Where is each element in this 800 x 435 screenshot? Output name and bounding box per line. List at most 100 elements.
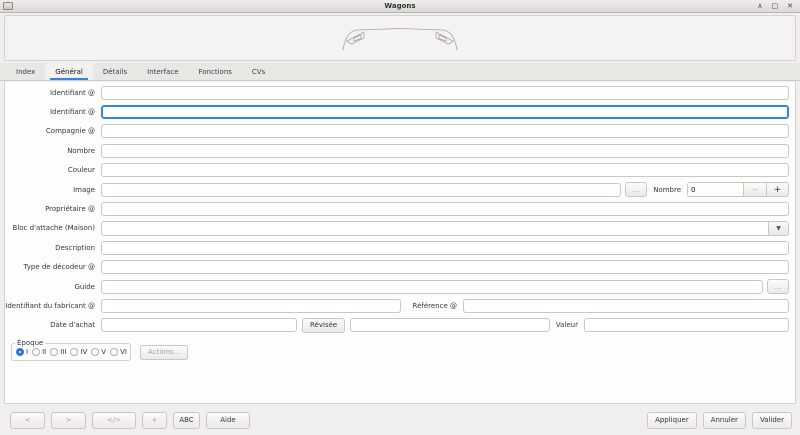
row-proprietaire: Propriétaire @ bbox=[5, 199, 795, 218]
guide-browse-button[interactable]: ... bbox=[767, 279, 789, 294]
window-title: Wagons bbox=[0, 2, 800, 10]
row-epoque: Époque I II III IV V VI Actions... bbox=[5, 342, 795, 362]
tab-index-label: Index bbox=[16, 68, 35, 76]
tabstrip: Index Général Détails Interface Fonction… bbox=[0, 63, 800, 81]
chevron-down-icon: ▼ bbox=[776, 225, 781, 232]
bloc-attache-combobox: ▼ bbox=[101, 221, 789, 236]
guide-input[interactable] bbox=[101, 280, 763, 294]
image-label: Image bbox=[5, 186, 101, 194]
date-revision-input[interactable] bbox=[350, 318, 550, 332]
epoque-legend: Époque bbox=[15, 339, 45, 347]
row-description: Description bbox=[5, 238, 795, 257]
close-icon[interactable]: ✕ bbox=[787, 0, 793, 13]
footer-bar: < > </> + ABC Aide Appliquer Annuler Val… bbox=[0, 405, 800, 435]
radio-icon bbox=[32, 348, 40, 356]
epoque-ii-label: II bbox=[42, 348, 46, 356]
date-achat-label: Date d'achat bbox=[5, 321, 101, 329]
valeur-input[interactable] bbox=[584, 318, 789, 332]
bloc-attache-dropdown-button[interactable]: ▼ bbox=[768, 222, 788, 235]
next-record-button[interactable]: > bbox=[51, 412, 86, 429]
identifiant-1-label: Identifiant @ bbox=[5, 89, 101, 97]
epoque-iv-label: IV bbox=[80, 348, 87, 356]
general-form-page: Identifiant @ Identifiant @ Compagnie @ … bbox=[4, 82, 796, 404]
compagnie-label: Compagnie @ bbox=[5, 127, 101, 135]
tab-fonctions[interactable]: Fonctions bbox=[189, 63, 242, 80]
spin-plus-icon[interactable]: + bbox=[766, 182, 789, 197]
code-view-button[interactable]: </> bbox=[92, 412, 136, 429]
epoque-radio-i[interactable]: I bbox=[16, 348, 28, 356]
annuler-button[interactable]: Annuler bbox=[703, 412, 746, 429]
proprietaire-label: Propriétaire @ bbox=[5, 205, 101, 213]
row-guide: Guide ... bbox=[5, 277, 795, 296]
minimize-icon[interactable]: ∧ bbox=[757, 0, 762, 13]
row-type-decodeur: Type de décodeur @ bbox=[5, 258, 795, 277]
date-achat-input[interactable] bbox=[101, 318, 297, 332]
epoque-radio-iv[interactable]: IV bbox=[70, 348, 87, 356]
radio-icon bbox=[91, 348, 99, 356]
row-identifiant-1: Identifiant @ bbox=[5, 83, 795, 102]
image-path-input[interactable] bbox=[101, 183, 621, 197]
row-compagnie: Compagnie @ bbox=[5, 122, 795, 141]
nombre-label: Nombre bbox=[5, 147, 101, 155]
epoque-v-label: V bbox=[101, 348, 106, 356]
bloc-attache-input[interactable] bbox=[102, 222, 768, 235]
reference-input[interactable] bbox=[463, 299, 789, 313]
image-count-label: Nombre bbox=[647, 186, 687, 194]
nombre-input[interactable] bbox=[101, 144, 789, 158]
wagon-preview-panel bbox=[4, 15, 796, 61]
titlebar: Wagons ∧ □ ✕ bbox=[0, 0, 800, 13]
maximize-icon[interactable]: □ bbox=[772, 0, 779, 13]
valider-button[interactable]: Valider bbox=[752, 412, 792, 429]
fabricant-label: Identifiant du fabricant @ bbox=[5, 302, 101, 310]
identifiant-2-label: Identifiant @ bbox=[5, 108, 101, 116]
abc-button[interactable]: ABC bbox=[173, 412, 200, 429]
epoque-radio-vi[interactable]: VI bbox=[110, 348, 127, 356]
proprietaire-input[interactable] bbox=[101, 202, 789, 216]
add-button[interactable]: + bbox=[142, 412, 167, 429]
image-count-spinner: − + bbox=[687, 182, 789, 197]
epoque-i-label: I bbox=[26, 348, 28, 356]
radio-icon bbox=[110, 348, 118, 356]
row-identifiant-2: Identifiant @ bbox=[5, 102, 795, 121]
description-input[interactable] bbox=[101, 241, 789, 255]
epoque-radio-v[interactable]: V bbox=[91, 348, 106, 356]
tab-details[interactable]: Détails bbox=[93, 63, 137, 80]
epoque-iii-label: III bbox=[60, 348, 66, 356]
prev-record-button[interactable]: < bbox=[10, 412, 45, 429]
actions-button[interactable]: Actions... bbox=[140, 345, 188, 360]
guide-label: Guide bbox=[5, 283, 101, 291]
tab-interface-label: Interface bbox=[147, 68, 178, 76]
identifiant-2-input[interactable] bbox=[101, 105, 789, 119]
radio-icon bbox=[70, 348, 78, 356]
type-decodeur-label: Type de décodeur @ bbox=[5, 263, 101, 271]
identifiant-1-input[interactable] bbox=[101, 86, 789, 100]
description-label: Description bbox=[5, 244, 101, 252]
tab-index[interactable]: Index bbox=[6, 63, 45, 80]
epoque-radio-ii[interactable]: II bbox=[32, 348, 46, 356]
appliquer-button[interactable]: Appliquer bbox=[647, 412, 697, 429]
fabricant-input[interactable] bbox=[101, 299, 401, 313]
image-count-input[interactable] bbox=[687, 182, 743, 197]
tab-cvs[interactable]: CVs bbox=[242, 63, 275, 80]
revisee-button[interactable]: Révisée bbox=[302, 318, 345, 333]
type-decodeur-input[interactable] bbox=[101, 260, 789, 274]
row-bloc-attache: Bloc d'attache (Maison) ▼ bbox=[5, 219, 795, 238]
couleur-input[interactable] bbox=[101, 163, 789, 177]
row-image: Image ... Nombre − + bbox=[5, 180, 795, 199]
tab-fonctions-label: Fonctions bbox=[199, 68, 232, 76]
bloc-attache-label: Bloc d'attache (Maison) bbox=[5, 224, 101, 232]
row-couleur: Couleur bbox=[5, 161, 795, 180]
compagnie-input[interactable] bbox=[101, 124, 789, 138]
tab-general[interactable]: Général bbox=[45, 63, 93, 80]
wagon-sketch-image bbox=[340, 24, 460, 52]
aide-button[interactable]: Aide bbox=[206, 412, 250, 429]
epoque-radio-iii[interactable]: III bbox=[50, 348, 66, 356]
tab-general-label: Général bbox=[55, 68, 83, 76]
tab-interface[interactable]: Interface bbox=[137, 63, 188, 80]
image-browse-button[interactable]: ... bbox=[625, 182, 647, 197]
row-date-achat: Date d'achat Révisée Valeur bbox=[5, 316, 795, 335]
spin-minus-icon[interactable]: − bbox=[743, 182, 766, 197]
radio-icon bbox=[50, 348, 58, 356]
tab-details-label: Détails bbox=[103, 68, 127, 76]
row-nombre: Nombre bbox=[5, 141, 795, 160]
